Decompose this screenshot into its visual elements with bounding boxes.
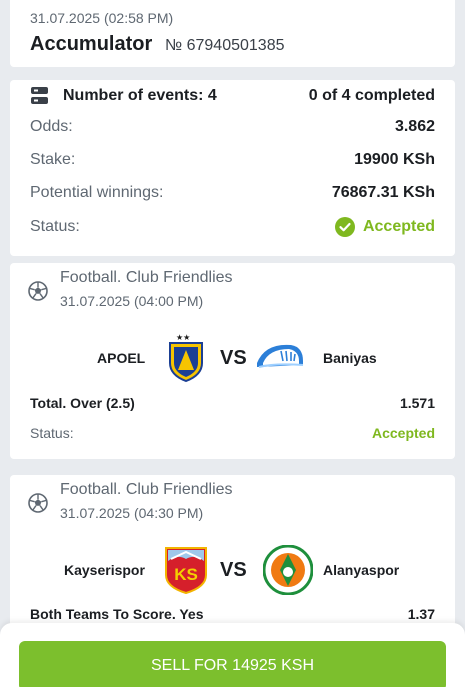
status-value: Accepted <box>362 218 435 235</box>
home-team-name: APOEL <box>97 350 146 366</box>
event-date: 31.07.2025 (04:30 PM) <box>60 505 204 521</box>
vs-label: VS <box>220 559 247 581</box>
market-label: Total. Over (2.5) <box>30 395 135 411</box>
bet-type-title: Accumulator <box>30 33 153 55</box>
stake-value: 19900 KSh <box>354 151 435 168</box>
completed-count: 0 of 4 completed <box>308 86 435 104</box>
event-status-label: Status: <box>30 425 74 441</box>
svg-text:★★: ★★ <box>176 333 190 342</box>
market-row: Total. Over (2.5) 1.571 <box>30 395 435 411</box>
winnings-label: Potential winnings: <box>30 184 164 201</box>
stake-label: Stake: <box>30 151 76 168</box>
winnings-row: Potential winnings: 76867.31 KSh <box>30 184 435 202</box>
event-league: Football. Club Friendlies <box>60 481 233 498</box>
apoel-logo-icon: ★★ <box>169 333 203 383</box>
market-coef: 1.571 <box>399 395 435 411</box>
market-coef: 1.37 <box>407 606 435 622</box>
away-team-name: Baniyas <box>323 350 377 366</box>
event-league: Football. Club Friendlies <box>60 269 233 286</box>
event-teams: Kayserispor KS VS Alanyaspor <box>10 545 455 595</box>
away-team-name: Alanyaspor <box>323 562 400 578</box>
events-list-icon <box>31 87 48 104</box>
events-count-label: Number of events: 4 <box>63 86 217 104</box>
event-status-row: Status: Accepted <box>30 425 435 441</box>
events-count-row: Number of events: 4 0 of 4 completed <box>30 86 435 105</box>
check-circle-icon <box>334 217 355 237</box>
event-card: Football. Club Friendlies 31.07.2025 (04… <box>3 263 462 473</box>
sell-bet-button[interactable]: SELL FOR 14925 KSH <box>19 641 446 687</box>
vs-label: VS <box>220 347 247 369</box>
bet-date: 31.07.2025 (02:58 PM) <box>30 10 174 26</box>
market-row: Both Teams To Score. Yes 1.37 <box>30 606 435 622</box>
odds-label: Odds: <box>30 118 73 135</box>
odds-row: Odds: 3.862 <box>30 118 435 136</box>
bottom-action-bar: SELL FOR 14925 KSH <box>0 623 465 687</box>
football-icon <box>28 281 48 301</box>
odds-value: 3.862 <box>394 118 435 135</box>
bet-number: № 67940501385 <box>165 37 285 54</box>
football-icon <box>28 493 48 513</box>
kayserispor-logo-icon: KS <box>165 547 207 595</box>
event-date: 31.07.2025 (04:00 PM) <box>60 293 204 309</box>
status-row: Status: Accepted <box>30 217 435 237</box>
stake-row: Stake: 19900 KSh <box>30 151 435 169</box>
status-label: Status: <box>30 218 80 235</box>
ticket-notch <box>3 459 17 473</box>
home-team-name: Kayserispor <box>64 562 145 578</box>
ticket-notch <box>448 459 462 473</box>
event-teams: APOEL ★★ VS Baniyas <box>10 333 455 383</box>
bet-header-card: 31.07.2025 (02:58 PM) Accumulator № 6794… <box>3 0 462 82</box>
alanyaspor-logo-icon <box>263 545 313 595</box>
event-status-value: Accepted <box>371 425 435 441</box>
market-label: Both Teams To Score. Yes <box>30 606 204 622</box>
svg-text:KS: KS <box>174 565 198 584</box>
baniyas-logo-icon <box>257 344 304 368</box>
winnings-value: 76867.31 KSh <box>331 184 435 201</box>
bet-summary-card: Number of events: 4 0 of 4 completed Odd… <box>10 80 455 256</box>
